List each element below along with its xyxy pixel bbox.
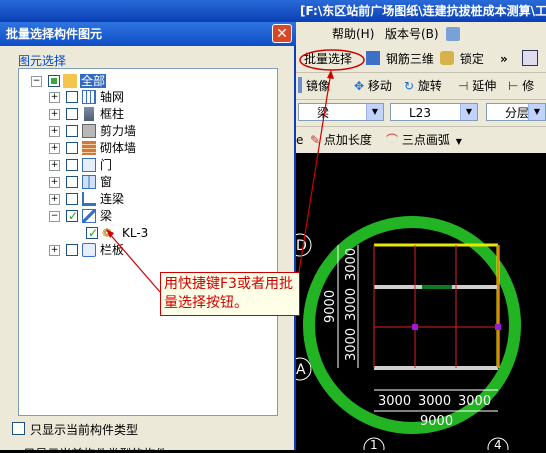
arrow-line-to-button	[297, 71, 332, 279]
arrow-line-to-beam	[107, 231, 161, 293]
highlight-ellipse	[299, 49, 365, 71]
annotation-overlay	[106, 49, 365, 293]
arrowhead	[327, 70, 334, 79]
annotation-callout: 用快捷键F3或者用批量选择按钮。	[160, 272, 300, 316]
